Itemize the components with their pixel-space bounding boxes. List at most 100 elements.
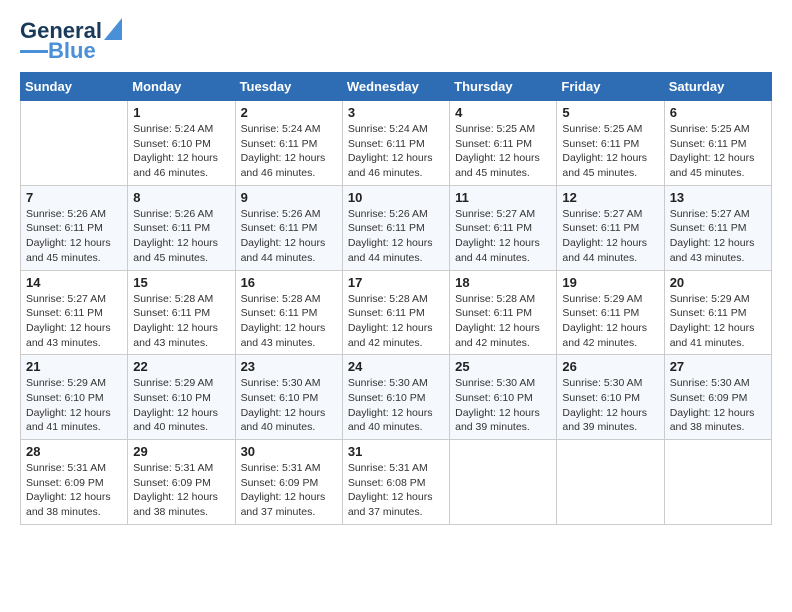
day-number: 9: [241, 190, 337, 205]
day-info: Sunrise: 5:24 AM Sunset: 6:11 PM Dayligh…: [348, 122, 444, 181]
day-number: 25: [455, 359, 551, 374]
day-info: Sunrise: 5:27 AM Sunset: 6:11 PM Dayligh…: [26, 292, 122, 351]
day-info: Sunrise: 5:31 AM Sunset: 6:09 PM Dayligh…: [241, 461, 337, 520]
calendar-day-cell: [450, 440, 557, 525]
calendar-day-cell: 8 Sunrise: 5:26 AM Sunset: 6:11 PM Daylig…: [128, 185, 235, 270]
calendar-day-cell: 9 Sunrise: 5:26 AM Sunset: 6:11 PM Daylig…: [235, 185, 342, 270]
day-info: Sunrise: 5:25 AM Sunset: 6:11 PM Dayligh…: [670, 122, 766, 181]
calendar-day-cell: 26 Sunrise: 5:30 AM Sunset: 6:10 PM Dayli…: [557, 355, 664, 440]
day-info: Sunrise: 5:29 AM Sunset: 6:11 PM Dayligh…: [562, 292, 658, 351]
calendar-day-cell: 11 Sunrise: 5:27 AM Sunset: 6:11 PM Dayli…: [450, 185, 557, 270]
calendar-week-row: 1 Sunrise: 5:24 AM Sunset: 6:10 PM Daylig…: [21, 101, 772, 186]
weekday-header-row: SundayMondayTuesdayWednesdayThursdayFrid…: [21, 73, 772, 101]
weekday-header-cell: Monday: [128, 73, 235, 101]
day-number: 30: [241, 444, 337, 459]
day-info: Sunrise: 5:31 AM Sunset: 6:08 PM Dayligh…: [348, 461, 444, 520]
page-header: General Blue: [20, 20, 772, 62]
weekday-header-cell: Tuesday: [235, 73, 342, 101]
calendar-day-cell: 2 Sunrise: 5:24 AM Sunset: 6:11 PM Daylig…: [235, 101, 342, 186]
calendar-day-cell: 20 Sunrise: 5:29 AM Sunset: 6:11 PM Dayli…: [664, 270, 771, 355]
calendar-day-cell: 21Sunrise: 5:29 AM Sunset: 6:10 PM Dayli…: [21, 355, 128, 440]
day-info: Sunrise: 5:28 AM Sunset: 6:11 PM Dayligh…: [455, 292, 551, 351]
day-info: Sunrise: 5:30 AM Sunset: 6:09 PM Dayligh…: [670, 376, 766, 435]
calendar-day-cell: 15 Sunrise: 5:28 AM Sunset: 6:11 PM Dayli…: [128, 270, 235, 355]
calendar-day-cell: 25 Sunrise: 5:30 AM Sunset: 6:10 PM Dayli…: [450, 355, 557, 440]
calendar-day-cell: 6 Sunrise: 5:25 AM Sunset: 6:11 PM Daylig…: [664, 101, 771, 186]
day-number: 3: [348, 105, 444, 120]
day-number: 11: [455, 190, 551, 205]
day-number: 20: [670, 275, 766, 290]
day-info: Sunrise: 5:26 AM Sunset: 6:11 PM Dayligh…: [26, 207, 122, 266]
calendar-day-cell: 5 Sunrise: 5:25 AM Sunset: 6:11 PM Daylig…: [557, 101, 664, 186]
calendar-week-row: 28Sunrise: 5:31 AM Sunset: 6:09 PM Dayli…: [21, 440, 772, 525]
calendar-day-cell: 29 Sunrise: 5:31 AM Sunset: 6:09 PM Dayli…: [128, 440, 235, 525]
day-number: 31: [348, 444, 444, 459]
logo: General Blue: [20, 20, 122, 62]
calendar-day-cell: 14Sunrise: 5:27 AM Sunset: 6:11 PM Dayli…: [21, 270, 128, 355]
logo-blue-text: Blue: [48, 40, 96, 62]
day-info: Sunrise: 5:24 AM Sunset: 6:11 PM Dayligh…: [241, 122, 337, 181]
day-info: Sunrise: 5:25 AM Sunset: 6:11 PM Dayligh…: [562, 122, 658, 181]
day-info: Sunrise: 5:27 AM Sunset: 6:11 PM Dayligh…: [562, 207, 658, 266]
day-info: Sunrise: 5:28 AM Sunset: 6:11 PM Dayligh…: [241, 292, 337, 351]
calendar-day-cell: [21, 101, 128, 186]
calendar-day-cell: 17 Sunrise: 5:28 AM Sunset: 6:11 PM Dayli…: [342, 270, 449, 355]
day-number: 10: [348, 190, 444, 205]
calendar-week-row: 14Sunrise: 5:27 AM Sunset: 6:11 PM Dayli…: [21, 270, 772, 355]
weekday-header-cell: Sunday: [21, 73, 128, 101]
day-info: Sunrise: 5:24 AM Sunset: 6:10 PM Dayligh…: [133, 122, 229, 181]
day-number: 17: [348, 275, 444, 290]
day-number: 4: [455, 105, 551, 120]
calendar-day-cell: 13 Sunrise: 5:27 AM Sunset: 6:11 PM Dayli…: [664, 185, 771, 270]
day-info: Sunrise: 5:28 AM Sunset: 6:11 PM Dayligh…: [133, 292, 229, 351]
day-number: 15: [133, 275, 229, 290]
calendar-day-cell: 30 Sunrise: 5:31 AM Sunset: 6:09 PM Dayli…: [235, 440, 342, 525]
day-number: 2: [241, 105, 337, 120]
day-number: 27: [670, 359, 766, 374]
logo-icon: [104, 18, 122, 40]
day-number: 13: [670, 190, 766, 205]
calendar-day-cell: 1 Sunrise: 5:24 AM Sunset: 6:10 PM Daylig…: [128, 101, 235, 186]
day-info: Sunrise: 5:27 AM Sunset: 6:11 PM Dayligh…: [670, 207, 766, 266]
day-number: 7: [26, 190, 122, 205]
day-number: 12: [562, 190, 658, 205]
calendar-day-cell: 12 Sunrise: 5:27 AM Sunset: 6:11 PM Dayli…: [557, 185, 664, 270]
day-info: Sunrise: 5:30 AM Sunset: 6:10 PM Dayligh…: [455, 376, 551, 435]
day-number: 29: [133, 444, 229, 459]
calendar-day-cell: 7 Sunrise: 5:26 AM Sunset: 6:11 PM Daylig…: [21, 185, 128, 270]
day-number: 8: [133, 190, 229, 205]
day-number: 23: [241, 359, 337, 374]
calendar-day-cell: 19 Sunrise: 5:29 AM Sunset: 6:11 PM Dayli…: [557, 270, 664, 355]
calendar-body: 1 Sunrise: 5:24 AM Sunset: 6:10 PM Daylig…: [21, 101, 772, 525]
day-number: 24: [348, 359, 444, 374]
calendar-day-cell: 23Sunrise: 5:30 AM Sunset: 6:10 PM Dayli…: [235, 355, 342, 440]
calendar-day-cell: 3 Sunrise: 5:24 AM Sunset: 6:11 PM Daylig…: [342, 101, 449, 186]
weekday-header-cell: Wednesday: [342, 73, 449, 101]
calendar-day-cell: 10Sunrise: 5:26 AM Sunset: 6:11 PM Dayli…: [342, 185, 449, 270]
day-info: Sunrise: 5:25 AM Sunset: 6:11 PM Dayligh…: [455, 122, 551, 181]
day-number: 22: [133, 359, 229, 374]
day-info: Sunrise: 5:29 AM Sunset: 6:11 PM Dayligh…: [670, 292, 766, 351]
day-info: Sunrise: 5:26 AM Sunset: 6:11 PM Dayligh…: [133, 207, 229, 266]
calendar-day-cell: [557, 440, 664, 525]
calendar-table: SundayMondayTuesdayWednesdayThursdayFrid…: [20, 72, 772, 525]
day-number: 1: [133, 105, 229, 120]
day-info: Sunrise: 5:26 AM Sunset: 6:11 PM Dayligh…: [241, 207, 337, 266]
weekday-header-cell: Saturday: [664, 73, 771, 101]
day-info: Sunrise: 5:31 AM Sunset: 6:09 PM Dayligh…: [133, 461, 229, 520]
calendar-week-row: 21Sunrise: 5:29 AM Sunset: 6:10 PM Dayli…: [21, 355, 772, 440]
day-info: Sunrise: 5:28 AM Sunset: 6:11 PM Dayligh…: [348, 292, 444, 351]
day-number: 16: [241, 275, 337, 290]
day-info: Sunrise: 5:29 AM Sunset: 6:10 PM Dayligh…: [26, 376, 122, 435]
day-number: 6: [670, 105, 766, 120]
day-number: 18: [455, 275, 551, 290]
day-info: Sunrise: 5:27 AM Sunset: 6:11 PM Dayligh…: [455, 207, 551, 266]
calendar-day-cell: 18 Sunrise: 5:28 AM Sunset: 6:11 PM Dayli…: [450, 270, 557, 355]
day-info: Sunrise: 5:30 AM Sunset: 6:10 PM Dayligh…: [562, 376, 658, 435]
calendar-day-cell: 22Sunrise: 5:29 AM Sunset: 6:10 PM Dayli…: [128, 355, 235, 440]
day-number: 5: [562, 105, 658, 120]
day-number: 26: [562, 359, 658, 374]
calendar-day-cell: 24 Sunrise: 5:30 AM Sunset: 6:10 PM Dayli…: [342, 355, 449, 440]
day-number: 19: [562, 275, 658, 290]
day-info: Sunrise: 5:30 AM Sunset: 6:10 PM Dayligh…: [348, 376, 444, 435]
